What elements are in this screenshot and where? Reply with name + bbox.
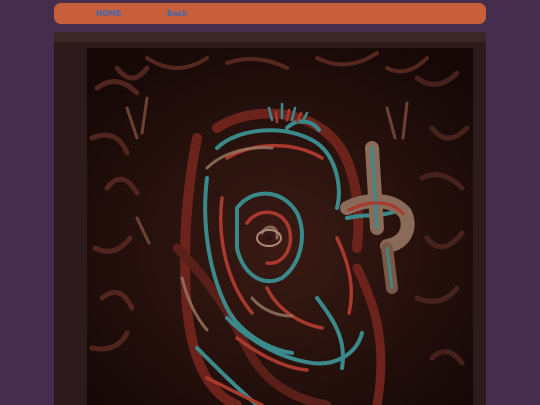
home-link[interactable]: HOME: [96, 3, 121, 24]
content-frame: [54, 32, 486, 405]
top-nav-bar: HOME Back: [54, 3, 486, 24]
content-frame-header: [54, 32, 486, 42]
back-link[interactable]: Back: [167, 3, 187, 24]
abstract-artwork-image: [87, 48, 473, 405]
